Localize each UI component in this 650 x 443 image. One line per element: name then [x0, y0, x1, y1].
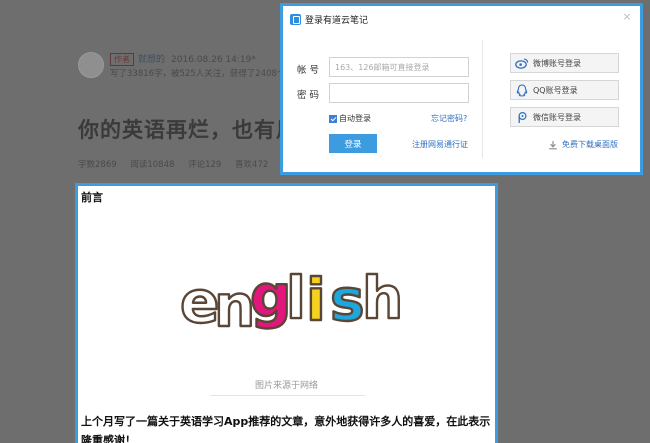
download-icon: [549, 140, 557, 149]
close-button[interactable]: ×: [621, 11, 633, 23]
post-date: 2016.08.26 14:19*: [171, 55, 256, 65]
author-name[interactable]: 就想的: [138, 55, 165, 65]
caption-divider: [210, 395, 365, 396]
article-title: 你的英语再烂，也有用: [78, 118, 298, 142]
checkbox-checked-icon[interactable]: [329, 114, 337, 123]
english-word-image: e n g l i s h: [179, 261, 405, 336]
meta-like-count: 喜欢472: [235, 160, 269, 170]
meta-word-count: 字数2869: [78, 160, 117, 170]
password-input[interactable]: [329, 83, 469, 103]
author-tag: 作者: [110, 53, 134, 66]
english-letter: s: [330, 266, 365, 334]
username-input[interactable]: [329, 57, 469, 77]
login-button[interactable]: 登录: [329, 134, 377, 153]
dialog-divider: [482, 40, 483, 158]
download-label: 免费下载桌面版: [562, 140, 618, 149]
auto-login-label: 自动登录: [339, 114, 371, 123]
qq-login-label: QQ账号登录: [533, 85, 578, 95]
password-label: 密码: [297, 90, 323, 101]
qq-icon: [511, 81, 533, 99]
register-link[interactable]: 注册网易通行证: [412, 139, 468, 150]
wechat-login-button[interactable]: 微信账号登录: [510, 107, 619, 127]
article-meta: 字数2869 阅读10848 评论129 喜欢472: [78, 158, 279, 170]
weibo-login-button[interactable]: 微博账号登录: [510, 53, 619, 73]
english-letter: l: [286, 264, 306, 332]
image-caption: 图片来源于网络: [254, 381, 318, 391]
section-heading: 前言: [81, 191, 103, 204]
youdao-note-icon: [290, 13, 301, 25]
qq-login-button[interactable]: QQ账号登录: [510, 80, 619, 100]
author-line: 作者 就想的 2016.08.26 14:19*: [110, 52, 256, 66]
article-content-card: 前言 e n g l i s h 图片来源于网络 上个月写了一篇关于英语学习Ap…: [75, 183, 498, 443]
author-avatar[interactable]: [78, 52, 104, 78]
author-stats: 写了33816字，被525人关注，获得了2408个: [110, 69, 286, 79]
dialog-title-bar: 登录有道云笔记: [290, 11, 368, 27]
english-letter: h: [362, 264, 403, 332]
wechat-login-label: 微信账号登录: [533, 112, 581, 122]
login-dialog: 登录有道云笔记 × 帐号 密码 自动登录 忘记密码? 登录 注册网易通行证 微博…: [280, 3, 643, 175]
download-desktop-link[interactable]: 免费下载桌面版: [548, 139, 618, 150]
meta-comment-count: 评论129: [188, 160, 222, 170]
wechat-icon: [511, 108, 533, 126]
intro-paragraph: 上个月写了一篇关于英语学习App推荐的文章，意外地获得许多人的喜爱，在此表示隆重…: [81, 415, 491, 443]
meta-read-count: 阅读10848: [130, 160, 175, 170]
english-letter: i: [306, 266, 326, 334]
auto-login-checkbox[interactable]: 自动登录: [329, 113, 371, 124]
username-label: 帐号: [297, 65, 323, 76]
weibo-login-label: 微博账号登录: [533, 58, 581, 68]
weibo-icon: [511, 54, 533, 72]
dialog-title: 登录有道云笔记: [305, 15, 369, 26]
forgot-password-link[interactable]: 忘记密码?: [431, 113, 467, 124]
